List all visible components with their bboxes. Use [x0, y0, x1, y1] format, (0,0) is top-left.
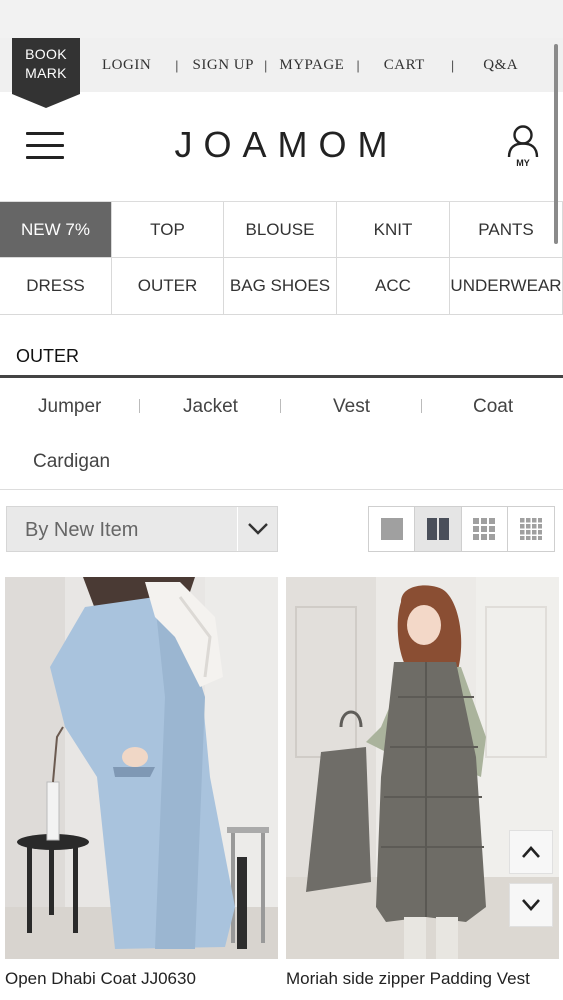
chevron-down-icon [522, 899, 540, 911]
sort-selected-value: By New Item [25, 519, 139, 541]
status-strip [0, 0, 563, 38]
product-card[interactable]: Open Dhabi Coat JJ0630 [5, 577, 278, 989]
section-title: OUTER [16, 346, 79, 366]
product-card[interactable]: Moriah side zipper Padding Vest [286, 577, 559, 989]
chevron-down-icon [237, 507, 277, 551]
scroll-top-button[interactable] [509, 830, 553, 874]
view-1-column-button[interactable] [369, 507, 416, 551]
bookmark-label-line1: BOOK [25, 46, 67, 62]
product-name[interactable]: Moriah side zipper Padding Vest [286, 968, 559, 989]
site-logo[interactable]: JOAMOM [0, 124, 563, 166]
category-outer[interactable]: OUTER [112, 258, 224, 315]
subcategory-list: Jumper Jacket Vest Coat Cardigan [0, 380, 563, 490]
mypage-link[interactable]: MYPAGE [279, 57, 344, 74]
category-new[interactable]: NEW 7% [0, 202, 112, 258]
subcategory-jumper[interactable]: Jumper [38, 396, 101, 418]
subcategory-cardigan[interactable]: Cardigan [33, 451, 110, 473]
category-underwear[interactable]: UNDERWEAR [450, 258, 563, 315]
chevron-up-icon [522, 846, 540, 858]
category-top[interactable]: TOP [112, 202, 224, 258]
utility-bar: BOOK MARK LOGIN | SIGN UP | MYPAGE | CAR… [0, 38, 563, 108]
scroll-bottom-button[interactable] [509, 883, 553, 927]
grid-3-icon [473, 518, 496, 540]
signup-link[interactable]: SIGN UP [193, 57, 254, 74]
my-account-button[interactable]: MY [505, 124, 541, 170]
grid-4-icon [519, 518, 542, 540]
login-link[interactable]: LOGIN [102, 57, 151, 74]
category-grid: NEW 7% TOP BLOUSE KNIT PANTS DRESS OUTER… [0, 202, 563, 315]
category-acc[interactable]: ACC [337, 258, 450, 315]
section-divider [0, 375, 563, 378]
utility-links: LOGIN | SIGN UP | MYPAGE | CART | Q&A [92, 38, 543, 92]
util-separator: | [450, 57, 455, 73]
category-blouse[interactable]: BLOUSE [224, 202, 337, 258]
single-column-icon [380, 518, 403, 540]
util-separator: | [263, 57, 268, 73]
category-pants[interactable]: PANTS [450, 202, 563, 258]
bookmark-button[interactable]: BOOK MARK [12, 38, 80, 108]
subcategory-jacket[interactable]: Jacket [183, 396, 238, 418]
subcategory-vest[interactable]: Vest [333, 396, 370, 418]
category-dress[interactable]: DRESS [0, 258, 112, 315]
two-column-icon [426, 518, 449, 540]
view-toggle [368, 506, 555, 552]
subcategory-separator [139, 399, 140, 413]
cart-link[interactable]: CART [384, 57, 425, 74]
site-header: JOAMOM MY [0, 92, 563, 202]
bookmark-label-line2: MARK [25, 65, 67, 81]
product-image[interactable] [5, 577, 278, 959]
page-scrollbar[interactable] [554, 44, 558, 244]
category-bag-shoes[interactable]: BAG SHOES [224, 258, 337, 315]
util-separator: | [175, 57, 179, 73]
product-name[interactable]: Open Dhabi Coat JJ0630 [5, 968, 278, 989]
view-3-column-button[interactable] [462, 507, 508, 551]
sort-select[interactable]: By New Item [6, 506, 278, 552]
view-4-column-button[interactable] [508, 507, 554, 551]
subcategory-separator [280, 399, 281, 413]
subcategory-coat[interactable]: Coat [473, 396, 513, 418]
qna-link[interactable]: Q&A [483, 57, 518, 74]
my-label: MY [516, 158, 530, 168]
subcategory-separator [421, 399, 422, 413]
category-knit[interactable]: KNIT [337, 202, 450, 258]
util-separator: | [356, 57, 360, 73]
view-2-column-button[interactable] [415, 507, 462, 551]
user-icon [507, 125, 539, 158]
